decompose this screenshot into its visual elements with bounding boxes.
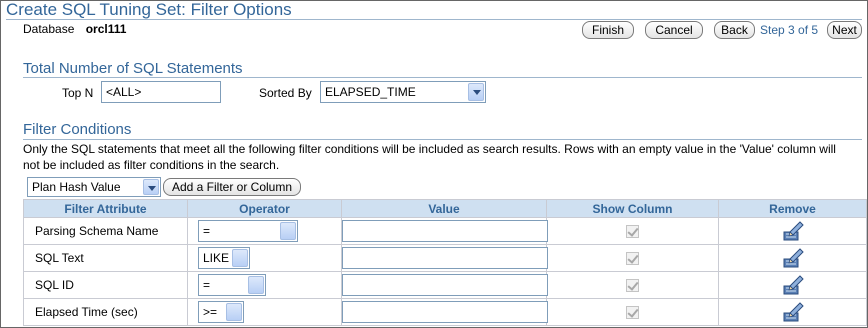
sorted-by-select[interactable]: ELAPSED_TIME <box>320 81 486 103</box>
filter-description: Only the SQL statements that meet all th… <box>23 142 836 172</box>
pencil-trash-icon[interactable] <box>782 274 804 296</box>
table-row: SQL ID = <box>23 271 867 299</box>
show-column-checkbox[interactable] <box>626 279 639 293</box>
operator-cell: = <box>187 217 342 245</box>
database-info: Database orcl111 <box>23 22 126 36</box>
filter-table: Filter Attribute Operator Value Show Col… <box>23 199 867 326</box>
operator-value: LIKE <box>203 251 230 265</box>
column-header-value: Value <box>341 199 547 218</box>
operator-select[interactable]: = <box>198 220 298 242</box>
filter-attribute-select-value: Plan Hash Value <box>32 180 121 194</box>
table-row: Parsing Schema Name = <box>23 217 867 245</box>
show-column-cell <box>546 244 719 272</box>
value-cell <box>341 217 548 245</box>
operator-select[interactable]: LIKE <box>198 247 250 269</box>
filter-attribute-cell: SQL ID <box>23 271 188 299</box>
table-header-row: Filter Attribute Operator Value Show Col… <box>23 199 867 218</box>
next-button[interactable]: Next <box>827 21 862 39</box>
filter-conditions-heading: Filter Conditions <box>23 121 132 138</box>
operator-value: = <box>203 224 211 238</box>
chevron-down-icon <box>143 179 159 195</box>
operator-select[interactable]: = <box>198 274 266 296</box>
column-header-remove: Remove <box>718 199 867 218</box>
filter-attribute-select[interactable]: Plan Hash Value <box>27 177 161 197</box>
operator-value: >= <box>203 305 218 319</box>
chevron-down-icon <box>232 249 248 267</box>
remove-cell <box>718 298 867 326</box>
pencil-trash-icon[interactable] <box>782 247 804 269</box>
pencil-trash-icon[interactable] <box>782 220 804 242</box>
column-header-operator: Operator <box>187 199 342 218</box>
show-column-cell <box>546 298 719 326</box>
remove-cell <box>718 217 867 245</box>
column-header-filter-attribute: Filter Attribute <box>23 199 188 218</box>
chevron-down-icon <box>280 222 296 240</box>
page-title: Create SQL Tuning Set: Filter Options <box>6 0 292 19</box>
operator-cell: >= <box>187 298 342 326</box>
show-column-cell <box>546 217 719 245</box>
value-cell <box>341 271 548 299</box>
chevron-down-icon <box>468 83 484 101</box>
filter-table-container: Filter Attribute Operator Value Show Col… <box>23 199 867 326</box>
table-row: SQL Text LIKE <box>23 244 867 272</box>
operator-cell: = <box>187 271 342 299</box>
back-button[interactable]: Back <box>714 21 755 39</box>
column-header-show-column: Show Column <box>546 199 719 218</box>
title-divider <box>6 19 862 20</box>
pencil-trash-icon[interactable] <box>782 301 804 323</box>
cancel-button[interactable]: Cancel <box>645 21 703 39</box>
show-column-cell <box>546 271 719 299</box>
value-input[interactable] <box>342 301 548 323</box>
value-cell <box>341 298 548 326</box>
operator-select[interactable]: >= <box>198 301 244 323</box>
add-filter-button[interactable]: Add a Filter or Column <box>163 178 301 196</box>
show-column-checkbox[interactable] <box>626 252 639 266</box>
top-n-input[interactable]: <ALL> <box>101 81 221 103</box>
database-value: orcl111 <box>85 22 127 36</box>
top-n-label: Top N <box>62 86 94 100</box>
value-input[interactable] <box>342 274 548 296</box>
operator-cell: LIKE <box>187 244 342 272</box>
chevron-down-icon <box>226 303 242 321</box>
show-column-checkbox[interactable] <box>626 306 639 320</box>
value-input[interactable] <box>342 220 548 242</box>
step-indicator: Step 3 of 5 <box>760 23 819 37</box>
show-column-checkbox[interactable] <box>626 225 639 239</box>
filter-attribute-cell: SQL Text <box>23 244 188 272</box>
filter-attribute-cell: Elapsed Time (sec) <box>23 298 188 326</box>
table-row: Elapsed Time (sec) >= <box>23 298 867 326</box>
operator-value: = <box>203 278 211 292</box>
total-statements-heading: Total Number of SQL Statements <box>23 60 243 77</box>
remove-cell <box>718 244 867 272</box>
filter-attribute-cell: Parsing Schema Name <box>23 217 188 245</box>
database-label: Database <box>23 22 75 36</box>
value-cell <box>341 244 548 272</box>
section-divider <box>23 77 862 78</box>
sorted-by-value: ELAPSED_TIME <box>325 85 416 99</box>
value-input[interactable] <box>342 247 548 269</box>
sorted-by-label: Sorted By <box>259 86 312 100</box>
chevron-down-icon <box>248 276 264 294</box>
remove-cell <box>718 271 867 299</box>
section-divider <box>23 139 862 140</box>
finish-button[interactable]: Finish <box>582 21 634 39</box>
